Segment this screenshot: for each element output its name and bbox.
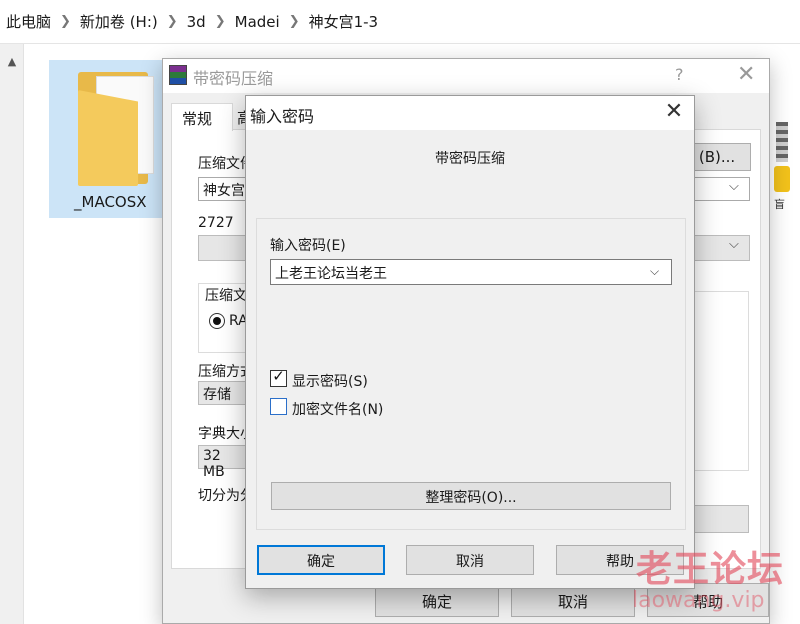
watermark-url: laowang.vip	[632, 588, 765, 613]
archive-name-value: 神女宫	[203, 183, 245, 199]
breadcrumb-item-drive-h[interactable]: 新加卷 (H:)	[80, 11, 158, 32]
chevron-right-icon[interactable]: ❯	[60, 14, 71, 29]
dict-select[interactable]: 32 MB	[198, 445, 248, 480]
film-icon[interactable]	[776, 122, 788, 162]
password-dialog-subtitle: 带密码压缩	[435, 151, 505, 167]
password-cancel-button[interactable]: 取消	[406, 545, 534, 575]
chevron-right-icon[interactable]: ❯	[215, 14, 226, 29]
show-password-label[interactable]: 显示密码(S)	[292, 371, 368, 391]
password-input[interactable]: 上老王论坛当老王	[270, 259, 672, 285]
password-ok-button[interactable]: 确定	[257, 545, 385, 575]
help-icon[interactable]: ?	[675, 65, 684, 84]
folder-label: _MACOSX	[74, 193, 147, 211]
file-label: 盲	[774, 198, 785, 211]
password-dialog: 输入密码 ✕ 带密码压缩 输入密码(E) 上老王论坛当老王 ⌵ ✓ 显示密码(S…	[245, 95, 695, 589]
folder-front-icon	[78, 90, 138, 186]
format-group-label: 压缩文	[205, 288, 247, 304]
archive-dialog-title: 带密码压缩	[193, 69, 274, 88]
chevron-down-icon[interactable]: ⌵	[729, 237, 739, 252]
watermark-text: 老王论坛	[636, 549, 785, 590]
password-dialog-title: 输入密码	[250, 107, 315, 126]
close-icon[interactable]: ✕	[737, 62, 755, 87]
method-value: 存储	[203, 387, 231, 403]
scroll-up-icon[interactable]: ▲	[5, 55, 19, 69]
encrypt-filenames-label[interactable]: 加密文件名(N)	[292, 399, 383, 419]
format-radio[interactable]	[209, 313, 225, 329]
breadcrumb-item-this-pc[interactable]: 此电脑	[6, 11, 51, 32]
file-icon[interactable]	[774, 166, 790, 192]
chevron-down-icon[interactable]: ⌵	[650, 264, 659, 279]
chevron-down-icon[interactable]: ⌵	[729, 179, 739, 194]
winrar-icon	[169, 65, 187, 85]
breadcrumb: 此电脑 ❯ 新加卷 (H:) ❯ 3d ❯ Madei ❯ 神女宫1-3	[0, 0, 800, 44]
breadcrumb-item-madei[interactable]: Madei	[235, 13, 280, 31]
encrypt-filenames-checkbox[interactable]	[270, 398, 287, 415]
tab-general[interactable]: 常规	[171, 103, 233, 131]
method-select[interactable]: 存储	[198, 381, 248, 405]
password-label: 输入密码(E)	[270, 238, 346, 254]
vertical-scrollbar[interactable]	[0, 44, 24, 624]
profile-label: 2727	[198, 215, 234, 231]
dict-value: 32 MB	[203, 448, 225, 480]
chevron-right-icon[interactable]: ❯	[167, 14, 178, 29]
breadcrumb-item-3d[interactable]: 3d	[187, 13, 206, 31]
organize-passwords-button[interactable]: 整理密码(O)...	[271, 482, 671, 510]
close-icon[interactable]: ✕	[662, 99, 686, 124]
breadcrumb-item-current[interactable]: 神女宫1-3	[309, 11, 379, 32]
chevron-right-icon[interactable]: ❯	[289, 14, 300, 29]
check-icon: ✓	[272, 367, 285, 385]
